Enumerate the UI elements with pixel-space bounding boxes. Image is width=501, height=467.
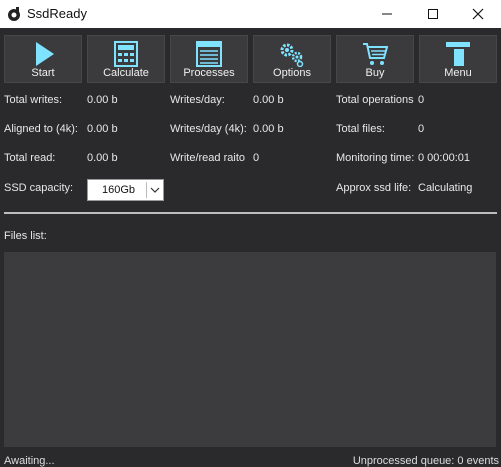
start-label: Start <box>31 67 55 79</box>
gears-icon <box>280 43 304 67</box>
close-button[interactable] <box>455 0 501 28</box>
approx-life-value: Calculating <box>418 182 473 194</box>
title-bar: SsdReady <box>0 0 501 28</box>
menu-button[interactable]: Menu <box>419 35 497 83</box>
write-read-ratio-value: 0 <box>253 152 260 164</box>
write-read-ratio-label: Write/read raito <box>170 152 245 164</box>
total-operations-label: Total operations <box>336 94 414 106</box>
calculator-icon <box>114 41 138 67</box>
play-icon <box>36 42 54 66</box>
total-files-label: Total files: <box>336 123 385 135</box>
minimize-icon <box>382 13 392 15</box>
writes-day-label: Writes/day: <box>170 94 225 106</box>
aligned-value: 0.00 b <box>87 123 118 135</box>
writes-day-4k-value: 0.00 b <box>253 123 284 135</box>
writes-day-value: 0.00 b <box>253 94 284 106</box>
queue-status: Unprocessed queue: 0 events <box>352 455 499 467</box>
total-operations-value: 0 <box>418 94 425 106</box>
total-writes-value: 0.00 b <box>87 94 118 106</box>
writes-day-4k-label: Writes/day (4k): <box>170 123 247 135</box>
monitoring-time-value: 0 00:00:01 <box>418 152 470 164</box>
total-read-label: Total read: <box>4 152 56 164</box>
ssd-capacity-selected: 160Gb <box>102 184 136 196</box>
files-list[interactable] <box>4 252 496 447</box>
processes-list-icon <box>196 41 222 67</box>
processes-button[interactable]: Processes <box>170 35 248 83</box>
calculate-button[interactable]: Calculate <box>87 35 165 83</box>
app-logo-icon <box>8 7 20 21</box>
options-label: Options <box>273 67 311 79</box>
processes-label: Processes <box>183 67 235 79</box>
shopping-cart-icon <box>363 43 389 65</box>
ssd-capacity-select[interactable]: 160Gb <box>87 179 164 201</box>
total-read-value: 0.00 b <box>87 152 118 164</box>
menu-label: Menu <box>444 67 472 79</box>
select-separator <box>146 182 147 198</box>
start-button[interactable]: Start <box>4 35 82 83</box>
maximize-icon <box>428 9 438 19</box>
monitoring-time-label: Monitoring time: <box>336 152 415 164</box>
aligned-label: Aligned to (4k): <box>4 123 78 135</box>
close-icon <box>472 8 484 20</box>
maximize-button[interactable] <box>410 0 456 28</box>
buy-button[interactable]: Buy <box>336 35 414 83</box>
window-title: SsdReady <box>27 6 87 21</box>
total-writes-label: Total writes: <box>4 94 63 106</box>
files-list-label: Files list: <box>4 230 47 242</box>
chevron-down-icon <box>150 187 160 193</box>
ssd-capacity-label: SSD capacity: <box>4 182 74 194</box>
calculate-label: Calculate <box>103 67 149 79</box>
buy-label: Buy <box>365 67 385 79</box>
menu-icon <box>446 42 470 66</box>
approx-life-label: Approx ssd life: <box>336 182 412 194</box>
section-divider <box>4 212 497 214</box>
minimize-button[interactable] <box>364 0 410 28</box>
total-files-value: 0 <box>418 123 425 135</box>
status-text: Awaiting... <box>4 455 55 467</box>
options-button[interactable]: Options <box>253 35 331 83</box>
